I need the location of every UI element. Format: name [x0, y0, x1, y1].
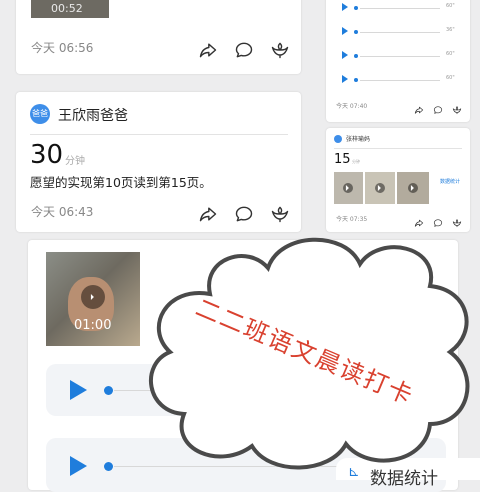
timestamp: 今天 06:43: [31, 205, 94, 219]
reading-minutes: 15: [334, 152, 351, 167]
play-icon: [81, 285, 105, 309]
minutes-unit: 分钟: [352, 159, 360, 164]
comment-button[interactable]: [433, 100, 443, 114]
timestamp: 今天 06:56: [31, 41, 94, 55]
audio-row[interactable]: 60": [332, 72, 464, 88]
avatar[interactable]: [334, 135, 342, 143]
play-icon: [375, 183, 385, 193]
avatar[interactable]: 爸爸: [30, 104, 50, 124]
audio-row[interactable]: 60": [332, 0, 464, 16]
post-content: 愿望的实现第10页读到第15页。: [30, 175, 212, 190]
comment-icon: [235, 206, 253, 222]
share-button[interactable]: [414, 213, 424, 227]
play-icon[interactable]: [342, 27, 348, 35]
play-icon: [343, 183, 353, 193]
progress-dot: [104, 386, 113, 395]
progress-dot: [354, 6, 358, 10]
video-thumbnail[interactable]: 00:52: [31, 0, 109, 18]
progress-dot: [354, 78, 358, 82]
progress-track: [360, 80, 440, 81]
like-button[interactable]: [452, 100, 462, 115]
timestamp: 今天 07:35: [336, 216, 368, 223]
progress-dot: [104, 462, 113, 471]
play-icon[interactable]: [70, 380, 87, 400]
audio-duration: 60": [446, 75, 455, 81]
play-icon[interactable]: [342, 75, 348, 83]
comment-button[interactable]: [433, 213, 443, 227]
video-thumbnail[interactable]: [334, 172, 363, 204]
flower-icon: [271, 42, 289, 59]
video-duration: 00:52: [51, 2, 83, 15]
share-button[interactable]: [414, 100, 424, 114]
like-button[interactable]: [270, 40, 290, 60]
right-audio-card: 60" 36" 60" 60" 今天 07:40: [326, 0, 470, 122]
video-thumbnail[interactable]: [397, 172, 429, 204]
audio-duration: 60": [446, 3, 455, 9]
divider: [30, 134, 288, 135]
progress-track: [360, 56, 440, 57]
like-button[interactable]: [452, 213, 462, 228]
play-icon: [408, 183, 418, 193]
username[interactable]: 王欣雨爸爸: [58, 105, 128, 125]
share-icon: [199, 43, 217, 58]
share-button[interactable]: [198, 40, 218, 60]
timestamp: 今天 07:40: [336, 103, 368, 110]
comment-icon: [235, 42, 253, 58]
minutes-unit: 分钟: [65, 156, 85, 167]
audio-row[interactable]: 60": [332, 48, 464, 64]
progress-dot: [354, 54, 358, 58]
progress-track: [360, 32, 440, 33]
share-icon: [414, 106, 424, 114]
audio-row[interactable]: 36": [332, 24, 464, 40]
comment-icon: [433, 106, 443, 114]
like-button[interactable]: [270, 204, 290, 224]
video-thumbnail[interactable]: [365, 172, 395, 204]
video-thumbnail[interactable]: 01:00: [46, 252, 140, 346]
progress-track: [360, 8, 440, 9]
post-card: 爸爸 王欣雨爸爸 30 分钟 愿望的实现第10页读到第15页。 今天 06:43: [16, 92, 301, 232]
play-icon[interactable]: [70, 456, 87, 476]
audio-duration: 60": [446, 51, 455, 57]
video-duration: 01:00: [74, 318, 112, 333]
progress-dot: [354, 30, 358, 34]
username[interactable]: 张梓瑜妈: [346, 134, 370, 143]
top-left-card: 00:52 今天 06:56: [16, 0, 301, 74]
share-icon: [199, 207, 217, 222]
comment-button[interactable]: [234, 40, 254, 60]
play-icon[interactable]: [342, 51, 348, 59]
right-post-card: 张梓瑜妈 15 分钟 数据统计 今天 07:35: [326, 128, 470, 232]
audio-duration: 36": [446, 27, 455, 33]
comment-button[interactable]: [234, 204, 254, 224]
flower-icon: [452, 106, 462, 115]
divider: [334, 148, 462, 149]
play-icon[interactable]: [342, 3, 348, 11]
reading-minutes: 30: [30, 140, 64, 170]
flower-icon: [271, 206, 289, 223]
share-button[interactable]: [198, 204, 218, 224]
stats-link[interactable]: 数据统计: [440, 178, 460, 185]
